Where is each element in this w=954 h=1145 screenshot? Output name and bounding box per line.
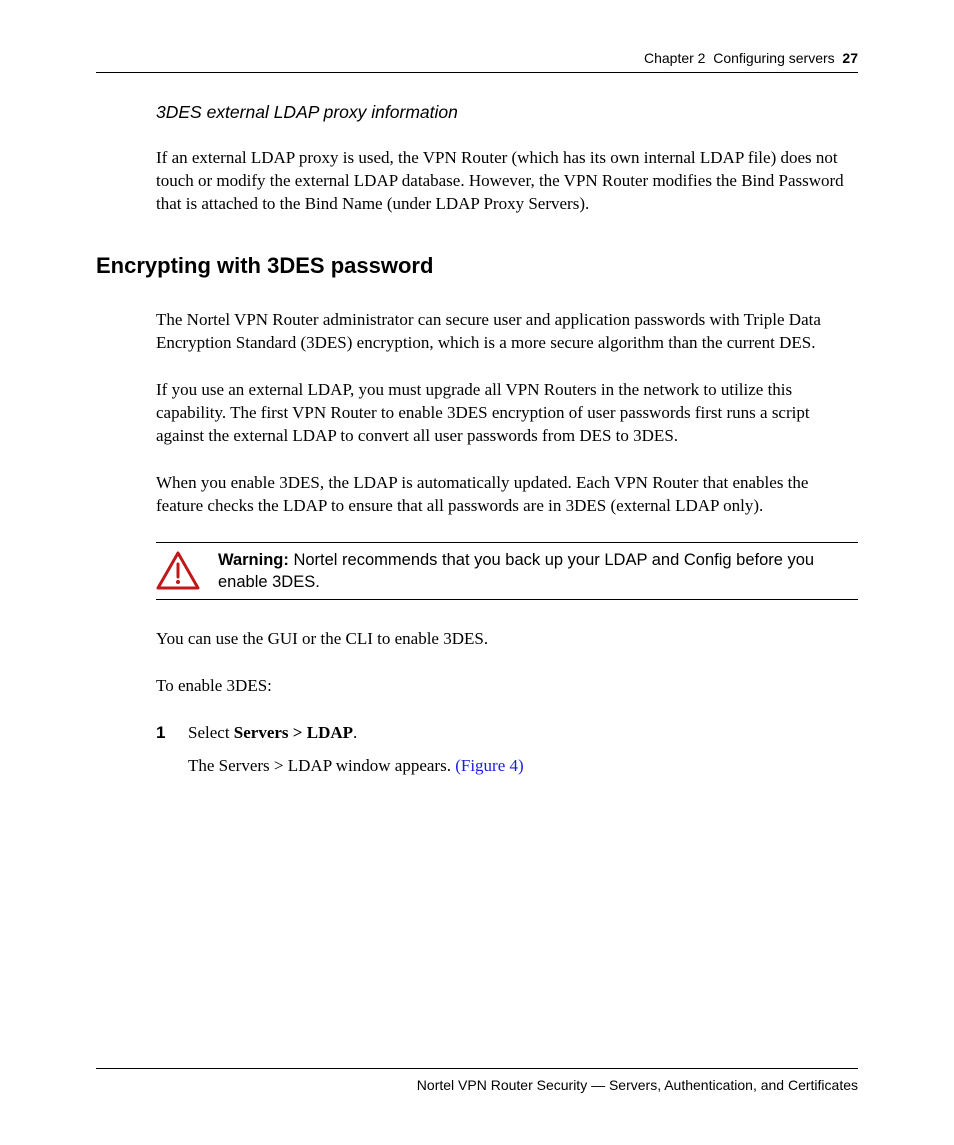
header-rule <box>96 72 858 73</box>
step-select-path: Servers > LDAP <box>234 723 353 742</box>
header-title: Configuring servers <box>713 50 834 66</box>
warning-callout: Warning: Nortel recommends that you back… <box>156 542 858 601</box>
paragraph-ldap-proxy: If an external LDAP proxy is used, the V… <box>156 147 858 216</box>
footer-text: Nortel VPN Router Security — Servers, Au… <box>96 1077 858 1093</box>
paragraph-upgrade: If you use an external LDAP, you must up… <box>156 379 858 448</box>
figure-4-link[interactable]: (Figure 4) <box>455 756 523 775</box>
header-chapter: Chapter 2 <box>644 50 705 66</box>
section-heading-3des: Encrypting with 3DES password <box>96 251 858 281</box>
paragraph-intro: The Nortel VPN Router administrator can … <box>156 309 858 355</box>
page-content: 3DES external LDAP proxy information If … <box>96 101 858 788</box>
step-select-suffix: . <box>353 723 357 742</box>
step-1: 1 Select Servers > LDAP. The Servers > L… <box>156 722 858 788</box>
warning-icon <box>156 551 200 591</box>
paragraph-gui-cli: You can use the GUI or the CLI to enable… <box>156 628 858 651</box>
paragraph-enable: When you enable 3DES, the LDAP is automa… <box>156 472 858 518</box>
sub-heading-ldap-proxy: 3DES external LDAP proxy information <box>156 101 858 125</box>
step-result-text: The Servers > LDAP window appears. <box>188 756 455 775</box>
warning-label: Warning: <box>218 551 289 569</box>
page-number: 27 <box>842 50 858 66</box>
step-result: The Servers > LDAP window appears. (Figu… <box>188 755 858 778</box>
page-header: Chapter 2 Configuring servers 27 <box>96 50 858 66</box>
page-footer: Nortel VPN Router Security — Servers, Au… <box>96 1068 858 1093</box>
step-number: 1 <box>156 722 172 788</box>
footer-rule <box>96 1068 858 1069</box>
step-select-prefix: Select <box>188 723 234 742</box>
step-instruction: Select Servers > LDAP. <box>188 722 858 745</box>
warning-text: Warning: Nortel recommends that you back… <box>218 549 858 594</box>
warning-body: Nortel recommends that you back up your … <box>218 551 814 591</box>
paragraph-to-enable: To enable 3DES: <box>156 675 858 698</box>
